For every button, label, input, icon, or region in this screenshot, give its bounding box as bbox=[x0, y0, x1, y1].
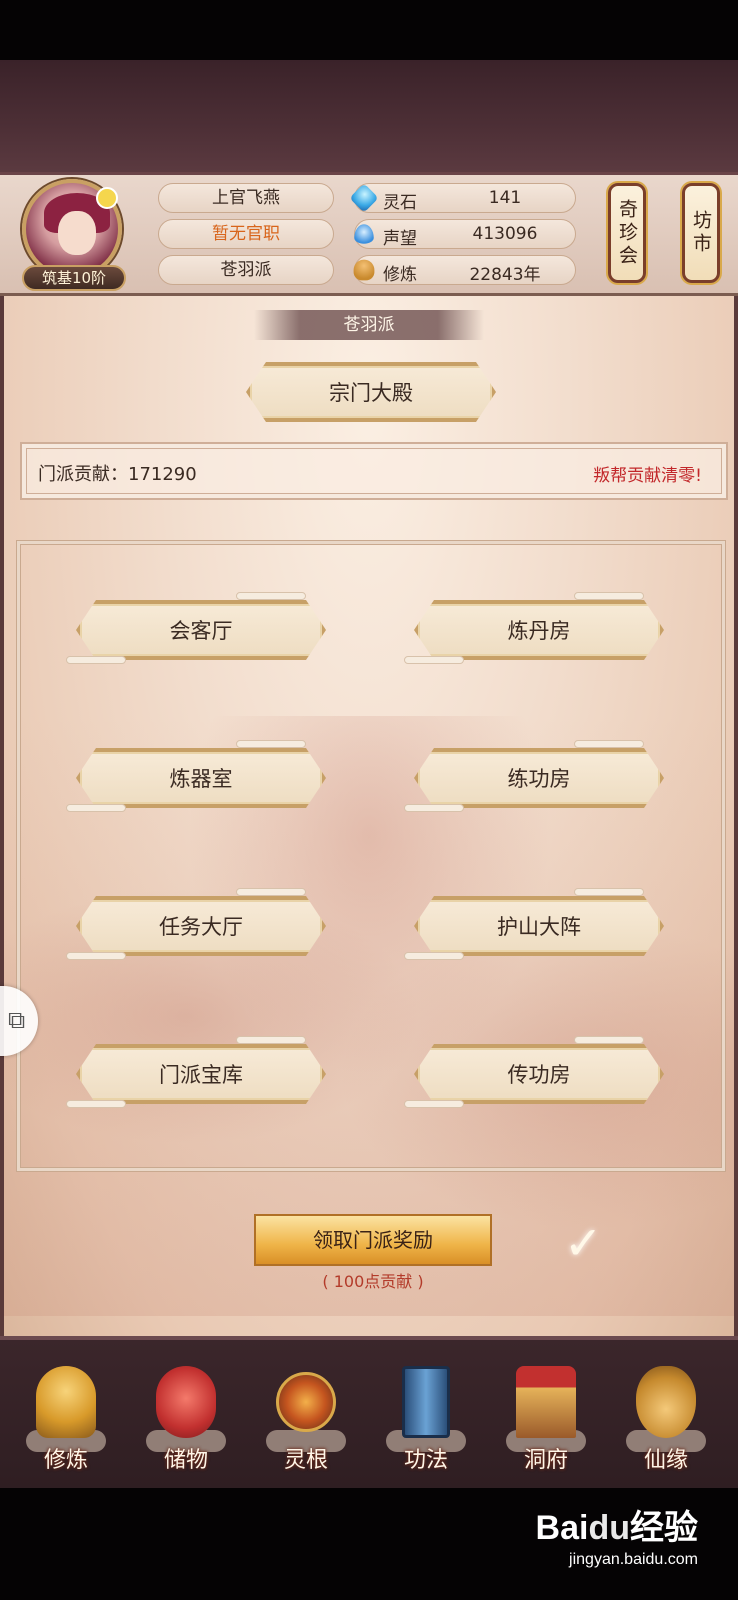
watermark-logo-text: Bai bbox=[535, 1509, 589, 1547]
building-label: 会客厅 bbox=[76, 600, 326, 660]
storage-bag-icon bbox=[156, 1366, 216, 1438]
cloud-decoration bbox=[404, 952, 464, 960]
cloud-decoration bbox=[236, 1036, 306, 1044]
defection-warning: 叛帮贡献清零! bbox=[593, 466, 702, 486]
contribution-value: 171290 bbox=[128, 464, 197, 485]
stat-value: 141 bbox=[488, 188, 522, 208]
market-button[interactable]: 坊市 bbox=[682, 183, 720, 283]
cloud-decoration bbox=[574, 1036, 644, 1044]
stat-value: 22843年 bbox=[469, 265, 541, 285]
reception-hall-button[interactable]: 会客厅 bbox=[66, 592, 326, 664]
cultivate-monk-icon bbox=[36, 1366, 96, 1438]
player-name: 上官飞燕 bbox=[158, 183, 334, 213]
nav-label: 仙缘 bbox=[643, 1448, 688, 1473]
training-room-button[interactable]: 练功房 bbox=[404, 740, 664, 812]
cloud-decoration bbox=[236, 740, 306, 748]
nav-label: 灵根 bbox=[283, 1448, 328, 1473]
status-bar-area bbox=[0, 0, 738, 60]
mission-hall-button[interactable]: 任务大厅 bbox=[66, 888, 326, 960]
nav-storage[interactable]: 储物 bbox=[136, 1348, 236, 1476]
building-label: 任务大厅 bbox=[76, 896, 326, 956]
player-header: 筑基10阶 上官飞燕 暂无官职 苍羽派 灵石 141 声望 413096 修炼 … bbox=[0, 172, 738, 373]
stat-label: 灵石 bbox=[383, 193, 417, 213]
immortal-gourd-icon bbox=[636, 1366, 696, 1438]
stat-value: 413096 bbox=[472, 224, 538, 244]
check-mark-icon: ✓ bbox=[564, 1216, 603, 1270]
spirit-stone-icon bbox=[349, 183, 379, 213]
top-decorative-band bbox=[0, 60, 738, 172]
treasure-auction-button[interactable]: 奇珍会 bbox=[608, 183, 646, 283]
cloud-decoration bbox=[574, 740, 644, 748]
cloud-decoration bbox=[66, 952, 126, 960]
contribution-box: 门派贡献：171290 叛帮贡献清零! bbox=[20, 442, 728, 500]
alchemy-room-button[interactable]: 炼丹房 bbox=[404, 592, 664, 664]
cloud-decoration bbox=[66, 804, 126, 812]
watermark-suffix-text: 经验 bbox=[630, 1509, 698, 1547]
official-title: 暂无官职 bbox=[158, 219, 334, 249]
nav-cave-house[interactable]: 洞府 bbox=[496, 1348, 596, 1476]
building-label: 炼器室 bbox=[76, 748, 326, 808]
watermark-url: jingyan.baidu.com bbox=[569, 1551, 698, 1568]
reputation-drop-icon bbox=[354, 224, 374, 244]
mountain-array-button[interactable]: 护山大阵 bbox=[404, 888, 664, 960]
cultivation-stat: 修炼 22843年 bbox=[353, 255, 576, 285]
cave-house-icon bbox=[516, 1366, 576, 1438]
stat-label: 修炼 bbox=[383, 265, 417, 285]
cultivation-meditate-icon bbox=[353, 259, 375, 281]
cloud-decoration bbox=[574, 592, 644, 600]
player-sect: 苍羽派 bbox=[158, 255, 334, 285]
teaching-room-button[interactable]: 传功房 bbox=[404, 1036, 664, 1108]
building-label: 门派宝库 bbox=[76, 1044, 326, 1104]
nav-label: 修炼 bbox=[43, 1448, 88, 1473]
nav-label: 洞府 bbox=[523, 1448, 568, 1473]
cloud-decoration bbox=[574, 888, 644, 896]
watermark-paw-text: du bbox=[588, 1509, 630, 1547]
sect-panel: 苍羽派 宗门大殿 门派贡献：171290 叛帮贡献清零! 会客厅 炼丹房 炼器室… bbox=[0, 296, 738, 1336]
building-label: 炼丹房 bbox=[414, 600, 664, 660]
main-hall-button[interactable]: 宗门大殿 bbox=[246, 362, 496, 422]
building-label: 护山大阵 bbox=[414, 896, 664, 956]
nav-label: 储物 bbox=[163, 1448, 208, 1473]
rank-badge: 筑基10阶 bbox=[22, 265, 126, 291]
baidu-jingyan-watermark: Baidu经验 jingyan.baidu.com bbox=[536, 1500, 698, 1569]
cloud-decoration bbox=[236, 888, 306, 896]
sect-title: 苍羽派 bbox=[254, 310, 484, 340]
bottom-nav: 修炼 储物 灵根 功法 洞府 仙缘 bbox=[0, 1336, 738, 1488]
cloud-decoration bbox=[404, 1100, 464, 1108]
reward-cost: ( 100点贡献 ) bbox=[322, 1272, 424, 1291]
avatar-portrait bbox=[22, 179, 122, 279]
cloud-decoration bbox=[236, 592, 306, 600]
nav-technique[interactable]: 功法 bbox=[376, 1348, 476, 1476]
nav-immortal-fate[interactable]: 仙缘 bbox=[616, 1348, 716, 1476]
nav-spirit-root[interactable]: 灵根 bbox=[256, 1348, 356, 1476]
cloud-decoration bbox=[404, 656, 464, 664]
sect-treasury-button[interactable]: 门派宝库 bbox=[66, 1036, 326, 1108]
cloud-decoration bbox=[66, 1100, 126, 1108]
contribution-text: 门派贡献：171290 bbox=[38, 460, 197, 486]
claim-sect-reward-button[interactable]: 领取门派奖励 bbox=[254, 1214, 492, 1266]
stat-label: 声望 bbox=[383, 229, 417, 249]
cloud-decoration bbox=[66, 656, 126, 664]
spirit-stone-stat: 灵石 141 bbox=[349, 183, 576, 213]
nav-label: 功法 bbox=[403, 1448, 448, 1473]
technique-book-icon bbox=[402, 1366, 450, 1438]
flower-icon bbox=[96, 187, 118, 209]
spirit-root-icon bbox=[276, 1372, 336, 1432]
cloud-decoration bbox=[404, 804, 464, 812]
watermark-logo: Baidu经验 bbox=[536, 1500, 698, 1549]
avatar[interactable]: 筑基10阶 bbox=[18, 179, 130, 291]
contribution-label: 门派贡献： bbox=[38, 464, 128, 485]
main-hall-label: 宗门大殿 bbox=[246, 362, 496, 422]
building-label: 练功房 bbox=[414, 748, 664, 808]
avatar-face bbox=[58, 211, 96, 255]
forge-room-button[interactable]: 炼器室 bbox=[66, 740, 326, 812]
building-label: 传功房 bbox=[414, 1044, 664, 1104]
reputation-stat: 声望 413096 bbox=[354, 219, 576, 249]
puzzle-icon: ⧉ bbox=[8, 1006, 26, 1034]
nav-cultivate[interactable]: 修炼 bbox=[16, 1348, 116, 1476]
